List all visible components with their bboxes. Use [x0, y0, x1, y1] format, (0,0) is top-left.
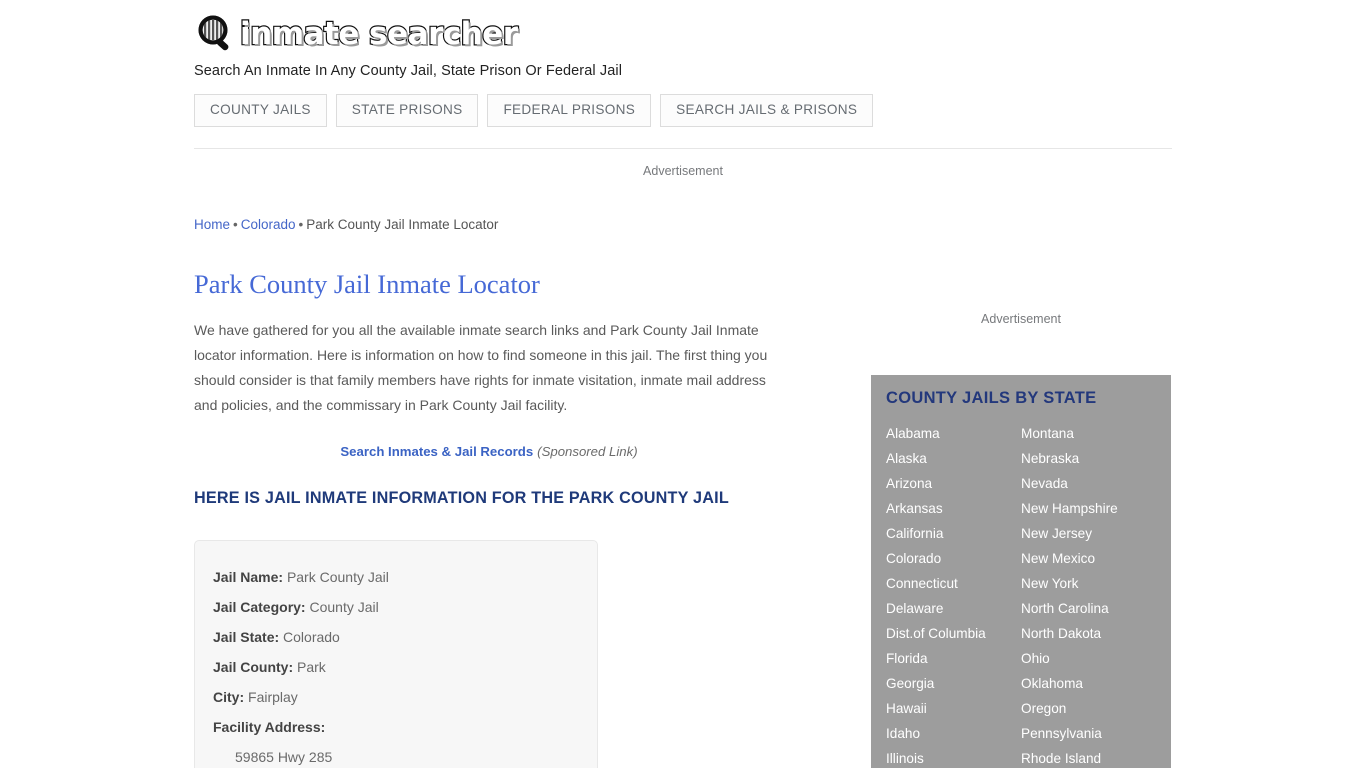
info-value-jail-county: Park — [297, 659, 326, 676]
main-nav: COUNTY JAILS STATE PRISONS FEDERAL PRISO… — [194, 94, 1172, 127]
state-link-new-york[interactable]: New York — [1021, 571, 1156, 596]
state-link-montana[interactable]: Montana — [1021, 421, 1156, 446]
jail-info-box: Jail Name: Park County Jail Jail Categor… — [194, 540, 598, 768]
nav-federal-prisons[interactable]: FEDERAL PRISONS — [487, 94, 652, 127]
breadcrumb-home[interactable]: Home — [194, 217, 230, 232]
state-link-arizona[interactable]: Arizona — [886, 471, 1021, 496]
nav-search-jails-prisons[interactable]: SEARCH JAILS & PRISONS — [660, 94, 874, 127]
state-link-ohio[interactable]: Ohio — [1021, 646, 1156, 671]
state-link-grid: Alabama Alaska Arizona Arkansas California Co… — [886, 421, 1156, 768]
state-column-left: Alabama Alaska Arizona Arkansas California Co… — [886, 421, 1021, 768]
info-row: Jail Name: Park County Jail — [213, 562, 579, 592]
state-link-north-carolina[interactable]: North Carolina — [1021, 596, 1156, 621]
intro-paragraph: We have gathered for you all the availab… — [194, 321, 768, 413]
info-value-jail-name: Park County Jail — [286, 569, 389, 586]
state-link-alabama[interactable]: Alabama — [886, 421, 1021, 446]
sidebar-county-jails-by-state: COUNTY JAILS BY STATE Alabama Alaska Arizo… — [871, 375, 1171, 768]
site-logo-text: inmate searcher — [239, 15, 519, 52]
info-row: City: Fairplay — [213, 682, 579, 712]
state-link-florida[interactable]: Florida — [886, 646, 1021, 671]
breadcrumb: Home • Colorado • Park County Jail Inmate Lo… — [194, 218, 794, 232]
state-link-connecticut[interactable]: Connecticut — [886, 571, 1021, 596]
info-row: Jail County: Park — [213, 652, 579, 682]
page-title: Park County Jail Inmate Locator — [194, 268, 540, 299]
breadcrumb-colorado[interactable]: Colorado — [241, 217, 296, 232]
info-label-jail-category: Jail Category: — [213, 599, 306, 616]
state-link-new-jersey[interactable]: New Jersey — [1021, 521, 1156, 546]
sidebar-title: COUNTY JAILS BY STATE — [886, 389, 1097, 407]
state-link-pennsylvania[interactable]: Pennsylvania — [1021, 721, 1156, 746]
state-link-rhode-island[interactable]: Rhode Island — [1021, 746, 1156, 768]
state-link-idaho[interactable]: Idaho — [886, 721, 1021, 746]
breadcrumb-separator-1: • — [233, 217, 238, 232]
state-link-delaware[interactable]: Delaware — [886, 596, 1021, 621]
info-label-jail-county: Jail County: — [213, 659, 294, 676]
info-value-city: Fairplay — [248, 689, 298, 706]
state-link-new-hampshire[interactable]: New Hampshire — [1021, 496, 1156, 521]
state-link-illinois[interactable]: Illinois — [886, 746, 1021, 768]
state-link-north-dakota[interactable]: North Dakota — [1021, 621, 1156, 646]
info-label-jail-name: Jail Name: — [213, 569, 284, 586]
state-link-georgia[interactable]: Georgia — [886, 671, 1021, 696]
top-advertisement-label: Advertisement — [643, 164, 723, 178]
state-link-colorado[interactable]: Colorado — [886, 546, 1021, 571]
state-link-new-mexico[interactable]: New Mexico — [1021, 546, 1156, 571]
state-link-nevada[interactable]: Nevada — [1021, 471, 1156, 496]
sponsored-note: (Sponsored Link) — [537, 443, 638, 459]
state-column-right: Montana Nebraska Nevada New Hampshire New Je… — [1021, 421, 1156, 768]
header-divider — [194, 148, 1172, 149]
state-link-dist-of-columbia[interactable]: Dist.of Columbia — [886, 621, 1021, 646]
facility-address-line-1: 59865 Hwy 285 — [235, 749, 333, 766]
nav-state-prisons[interactable]: STATE PRISONS — [335, 94, 479, 127]
info-value-jail-category: County Jail — [309, 599, 379, 616]
info-row: Jail State: Colorado — [213, 622, 579, 652]
state-link-alaska[interactable]: Alaska — [886, 446, 1021, 471]
section-heading: HERE IS JAIL INMATE INFORMATION FOR THE … — [194, 488, 729, 507]
info-value-jail-state: Colorado — [283, 629, 340, 646]
state-link-oregon[interactable]: Oregon — [1021, 696, 1156, 721]
breadcrumb-separator-2: • — [298, 217, 304, 232]
state-link-hawaii[interactable]: Hawaii — [886, 696, 1021, 721]
info-label-facility-address: Facility Address: — [213, 719, 326, 736]
nav-county-jails[interactable]: COUNTY JAILS — [194, 94, 327, 127]
right-advertisement-label: Advertisement — [981, 312, 1061, 326]
main-content: Home • Colorado • Park County Jail Inmate Lo… — [194, 218, 794, 768]
info-label-jail-state: Jail State: — [213, 629, 280, 646]
state-link-nebraska[interactable]: Nebraska — [1021, 446, 1156, 471]
site-logo[interactable]: inmate searcher — [194, 0, 1172, 56]
magnifier-jail-bars-icon — [194, 12, 238, 56]
state-link-california[interactable]: California — [886, 521, 1021, 546]
page-root: inmate searcher Search An Inmate In Any … — [0, 0, 1366, 768]
info-row-facility-address: Facility Address: — [213, 712, 579, 742]
site-header: inmate searcher Search An Inmate In Any … — [194, 0, 1172, 127]
site-tagline: Search An Inmate In Any County Jail, Sta… — [194, 63, 623, 79]
state-link-oklahoma[interactable]: Oklahoma — [1021, 671, 1156, 696]
sponsored-link-row: Search Inmates & Jail Records (Sponsored … — [194, 444, 784, 459]
sponsored-search-link[interactable]: Search Inmates & Jail Records — [340, 444, 533, 459]
state-link-arkansas[interactable]: Arkansas — [886, 496, 1021, 521]
breadcrumb-current: Park County Jail Inmate Locator — [306, 217, 499, 232]
info-label-city: City: — [213, 689, 245, 706]
info-row: Jail Category: County Jail — [213, 592, 579, 622]
